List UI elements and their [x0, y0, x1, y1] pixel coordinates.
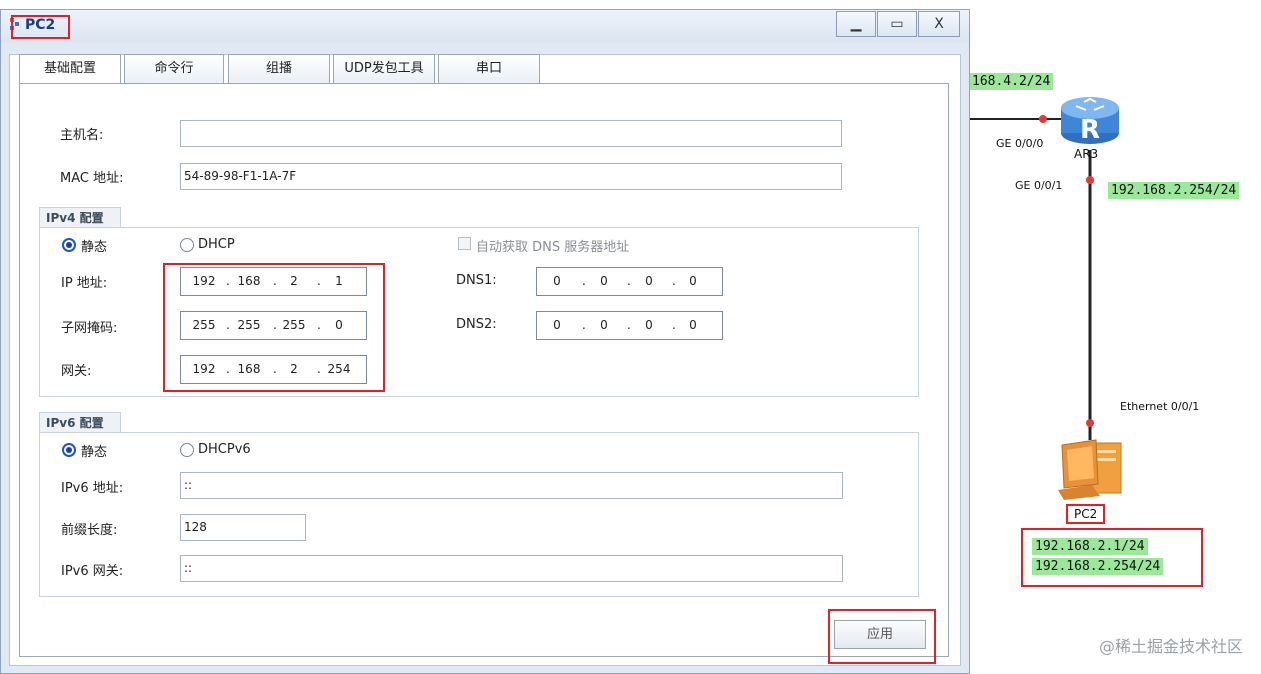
- dns2-octet-4: 0: [689, 318, 697, 332]
- dns2-input[interactable]: 0. 0. 0. 0: [536, 311, 723, 340]
- port-dot-eth001: [1086, 419, 1094, 427]
- dns1-input[interactable]: 0. 0. 0. 0: [536, 267, 723, 296]
- tab-multicast[interactable]: 组播: [228, 54, 330, 84]
- prefix-length-input[interactable]: 128: [180, 514, 306, 541]
- top-link-ip-label: 168.4.2/24: [969, 73, 1054, 90]
- dns1-octet-3: 0: [645, 274, 653, 288]
- dns2-octet-3: 0: [645, 318, 653, 332]
- pc-icon: [1058, 439, 1122, 500]
- dns1-label: DNS1:: [456, 273, 497, 288]
- router-port-down-label: GE 0/0/1: [1015, 179, 1063, 192]
- ipv6-dhcp-radio[interactable]: [180, 443, 194, 457]
- dns2-octet-1: 0: [553, 318, 561, 332]
- ipv4-annotation-box: [163, 263, 385, 392]
- ipv6-address-input[interactable]: ::: [180, 472, 843, 499]
- auto-dns-checkbox[interactable]: [458, 237, 471, 250]
- auto-dns-label: 自动获取 DNS 服务器地址: [476, 240, 630, 255]
- ipv6-group: 静态 DHCPv6 IPv6 地址: :: 前缀长度: 128 IPv6 网关:…: [39, 432, 919, 597]
- router-down-ip-label: 192.168.2.254/24: [1108, 182, 1240, 199]
- hostname-input[interactable]: [180, 120, 842, 147]
- dialog-client-area: 基础配置 命令行 组播 UDP发包工具 串口 主机名: MAC 地址: 54-8…: [9, 54, 961, 666]
- apply-button[interactable]: 应用: [834, 620, 926, 649]
- ipv6-gateway-label: IPv6 网关:: [61, 564, 124, 579]
- tab-serial[interactable]: 串口: [438, 54, 540, 84]
- dns2-label: DNS2:: [456, 317, 497, 332]
- subnet-mask-label: 子网掩码:: [61, 321, 118, 336]
- tab-udp-tool[interactable]: UDP发包工具: [333, 54, 435, 84]
- router-name-label[interactable]: AR3: [1074, 147, 1098, 161]
- tab-command-line[interactable]: 命令行: [124, 54, 224, 84]
- ipv6-static-label: 静态: [81, 445, 108, 460]
- watermark: @稀土掘金技术社区: [1098, 637, 1243, 656]
- dns2-octet-2: 0: [600, 318, 608, 332]
- title-annotation-box: [11, 15, 70, 39]
- minimize-button[interactable]: ▁: [836, 11, 876, 37]
- port-dot-ge000: [1039, 115, 1047, 123]
- ipv4-static-radio[interactable]: [62, 238, 76, 252]
- ipv4-dhcp-label: DHCP: [198, 237, 235, 252]
- ipv6-address-label: IPv6 地址:: [61, 481, 124, 496]
- ipv4-static-label: 静态: [81, 240, 108, 255]
- ip-address-label: IP 地址:: [61, 276, 108, 291]
- close-button[interactable]: X: [918, 11, 960, 37]
- ipv4-group-title: IPv4 配置: [39, 207, 121, 227]
- ipv6-dhcp-label: DHCPv6: [198, 442, 251, 457]
- ipv4-dhcp-radio[interactable]: [180, 238, 194, 252]
- dns1-octet-2: 0: [600, 274, 608, 288]
- mac-label: MAC 地址:: [60, 171, 124, 186]
- dns1-octet-1: 0: [553, 274, 561, 288]
- basic-config-panel: 主机名: MAC 地址: 54-89-98-F1-1A-7F IPv4 配置 静…: [19, 83, 949, 664]
- port-dot-ge001: [1086, 176, 1094, 184]
- pc2-config-window: PC2 ▁ ▭ X 基础配置 命令行 组播 UDP发包工具 串口 主机名: MA…: [0, 9, 970, 674]
- hostname-label: 主机名:: [60, 128, 104, 143]
- ipv6-gateway-input[interactable]: ::: [180, 555, 843, 582]
- ipv6-group-title: IPv6 配置: [39, 412, 121, 432]
- title-bar[interactable]: PC2 ▁ ▭ X: [1, 10, 969, 42]
- pc-ip-label: 192.168.2.1/24: [1032, 538, 1148, 555]
- router-icon: R: [1061, 97, 1119, 145]
- pc-port-label: Ethernet 0/0/1: [1120, 400, 1200, 413]
- pc-gateway-label: 192.168.2.254/24: [1032, 558, 1164, 575]
- ipv4-group: 静态 DHCP 自动获取 DNS 服务器地址 IP 地址: 子网掩码: 网关: …: [39, 227, 919, 397]
- tab-basic-config[interactable]: 基础配置: [19, 54, 121, 84]
- dns1-octet-4: 0: [689, 274, 697, 288]
- ipv6-static-radio[interactable]: [62, 443, 76, 457]
- router-port-left-label: GE 0/0/0: [996, 137, 1044, 150]
- gateway-label: 网关:: [61, 364, 92, 379]
- pc-name-label[interactable]: PC2: [1066, 504, 1106, 524]
- maximize-button[interactable]: ▭: [877, 11, 917, 37]
- mac-input[interactable]: 54-89-98-F1-1A-7F: [180, 163, 842, 190]
- prefix-length-label: 前缀长度:: [61, 523, 118, 538]
- svg-text:R: R: [1080, 115, 1100, 145]
